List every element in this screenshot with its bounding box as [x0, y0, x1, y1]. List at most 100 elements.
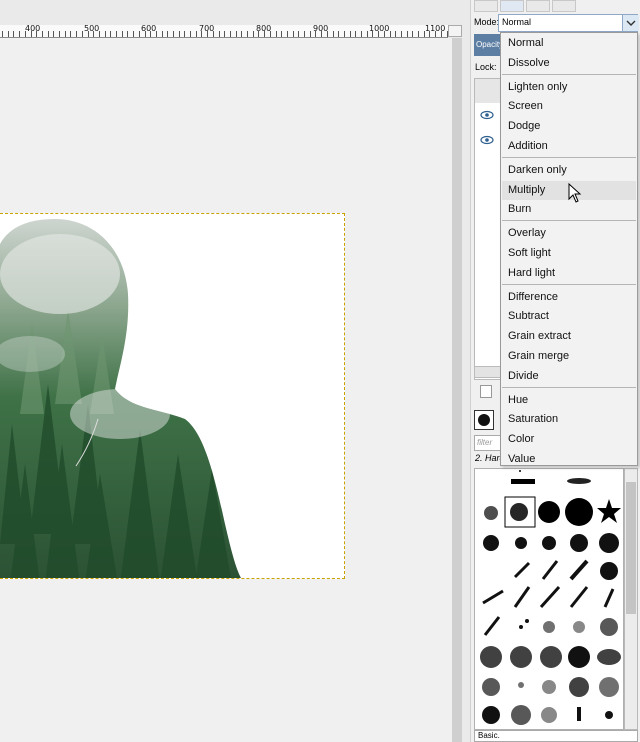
mode-select[interactable]: Normal — [498, 14, 638, 32]
brush-name: 2. Hardness 050 — [475, 453, 503, 463]
mode-value: Normal — [502, 17, 532, 27]
ruler-tick — [59, 31, 60, 37]
eye-icon[interactable] — [480, 135, 494, 148]
ruler-tick — [110, 31, 111, 37]
menu-item[interactable]: Addition — [502, 137, 636, 156]
ruler-tick — [333, 31, 334, 37]
chevron-down-icon[interactable] — [622, 15, 639, 31]
menu-item[interactable]: Difference — [502, 288, 636, 307]
ruler-tick — [184, 31, 185, 37]
ruler-tick — [236, 31, 237, 37]
menu-item[interactable]: Normal — [502, 34, 636, 53]
ruler-tick — [429, 31, 430, 37]
ruler-tick — [156, 31, 157, 37]
brush-grid[interactable] — [474, 468, 624, 730]
menu-item[interactable]: Hard light — [502, 264, 636, 283]
eye-icon[interactable] — [480, 110, 494, 123]
ruler-tick — [82, 31, 83, 37]
ruler-tick — [361, 31, 362, 37]
ruler-tick — [173, 31, 174, 37]
ruler-tick — [201, 31, 202, 37]
dock-tabs — [472, 0, 640, 12]
ruler-tick — [196, 31, 197, 37]
ruler-tick — [270, 31, 271, 37]
ruler-tick — [355, 31, 356, 37]
ruler-tick — [230, 31, 231, 37]
menu-item[interactable]: Color — [502, 430, 636, 449]
menu-item[interactable]: Dodge — [502, 117, 636, 136]
paths-tab-icon[interactable] — [500, 0, 524, 12]
ruler-tick — [76, 31, 77, 37]
layer-row[interactable] — [475, 79, 501, 103]
ruler-tick — [213, 31, 214, 37]
ruler-tick — [133, 31, 134, 37]
menu-separator — [502, 220, 636, 222]
ruler-tick — [42, 31, 43, 37]
brush-filter-input[interactable]: filter — [474, 435, 502, 451]
ruler-tick — [207, 31, 208, 37]
zoom-toggle-icon[interactable] — [448, 25, 462, 37]
scroll-thumb[interactable] — [626, 482, 636, 614]
ruler-tick — [127, 31, 128, 37]
layers-horizontal-scrollbar[interactable] — [474, 366, 502, 378]
menu-item[interactable]: Overlay — [502, 224, 636, 243]
ruler-tick — [327, 31, 328, 37]
menu-separator — [502, 283, 636, 285]
preset-select[interactable]: Basic. — [474, 730, 638, 742]
ruler-tick — [435, 31, 436, 37]
menu-item[interactable]: Subtract — [502, 307, 636, 326]
menu-item[interactable]: Screen — [502, 97, 636, 116]
ruler-tick — [53, 31, 54, 37]
menu-item[interactable]: Saturation — [502, 410, 636, 429]
menu-separator — [502, 386, 636, 388]
brush-preview-icon — [474, 410, 494, 430]
menu-separator — [502, 156, 636, 158]
ruler-tick — [315, 31, 316, 37]
ruler-tick — [139, 31, 140, 37]
ruler-tick — [395, 31, 396, 37]
new-layer-icon[interactable] — [480, 385, 492, 398]
menu-item[interactable]: Hue — [502, 391, 636, 410]
ruler-tick — [304, 31, 305, 37]
ruler-tick — [219, 31, 220, 37]
layers-tab-icon[interactable] — [474, 0, 498, 12]
ruler-tick — [167, 31, 168, 37]
mode-label: Mode: — [474, 17, 500, 27]
ruler-tick — [401, 31, 402, 37]
menu-item[interactable]: Soft light — [502, 244, 636, 263]
undo-tab-icon[interactable] — [526, 0, 550, 12]
ruler-tick — [281, 31, 282, 37]
ruler-tick — [65, 31, 66, 37]
canvas-vertical-scrollbar[interactable] — [452, 38, 462, 742]
ruler-tick — [338, 31, 339, 37]
horizontal-ruler[interactable]: 400 500 600 700 800 900 1000 1100 — [0, 25, 448, 38]
ruler-tick — [2, 31, 3, 37]
menu-item[interactable]: Dissolve — [502, 54, 636, 73]
menu-item[interactable]: Grain extract — [502, 327, 636, 346]
ruler-tick — [116, 31, 117, 37]
ruler-tick — [253, 31, 254, 37]
ruler-tick — [418, 31, 419, 37]
ruler-tick — [70, 31, 71, 37]
ruler-tick — [350, 31, 351, 37]
ruler-tick — [36, 31, 37, 37]
ruler-label: 500 — [84, 25, 100, 33]
silhouette-image — [0, 219, 242, 578]
opacity-spinner[interactable]: Opacity — [474, 34, 502, 56]
image-canvas[interactable] — [0, 213, 345, 579]
menu-item[interactable]: Divide — [502, 367, 636, 386]
menu-item[interactable]: Value — [502, 450, 636, 469]
ruler-tick — [179, 31, 180, 37]
menu-item[interactable]: Lighten only — [502, 78, 636, 97]
ruler-label: 600 — [141, 25, 157, 33]
menu-item[interactable]: Darken only — [502, 161, 636, 180]
blend-mode-menu[interactable]: Normal Dissolve Lighten only Screen Dodge Add… — [500, 32, 638, 466]
ruler-tick — [105, 31, 106, 37]
ruler-tick — [276, 31, 277, 37]
ruler-tick — [25, 31, 26, 37]
ruler-tick — [258, 31, 259, 37]
ruler-label: 400 — [25, 25, 41, 33]
channels-tab-icon[interactable] — [552, 0, 576, 12]
menu-item[interactable]: Grain merge — [502, 347, 636, 366]
ruler-tick — [19, 31, 20, 37]
